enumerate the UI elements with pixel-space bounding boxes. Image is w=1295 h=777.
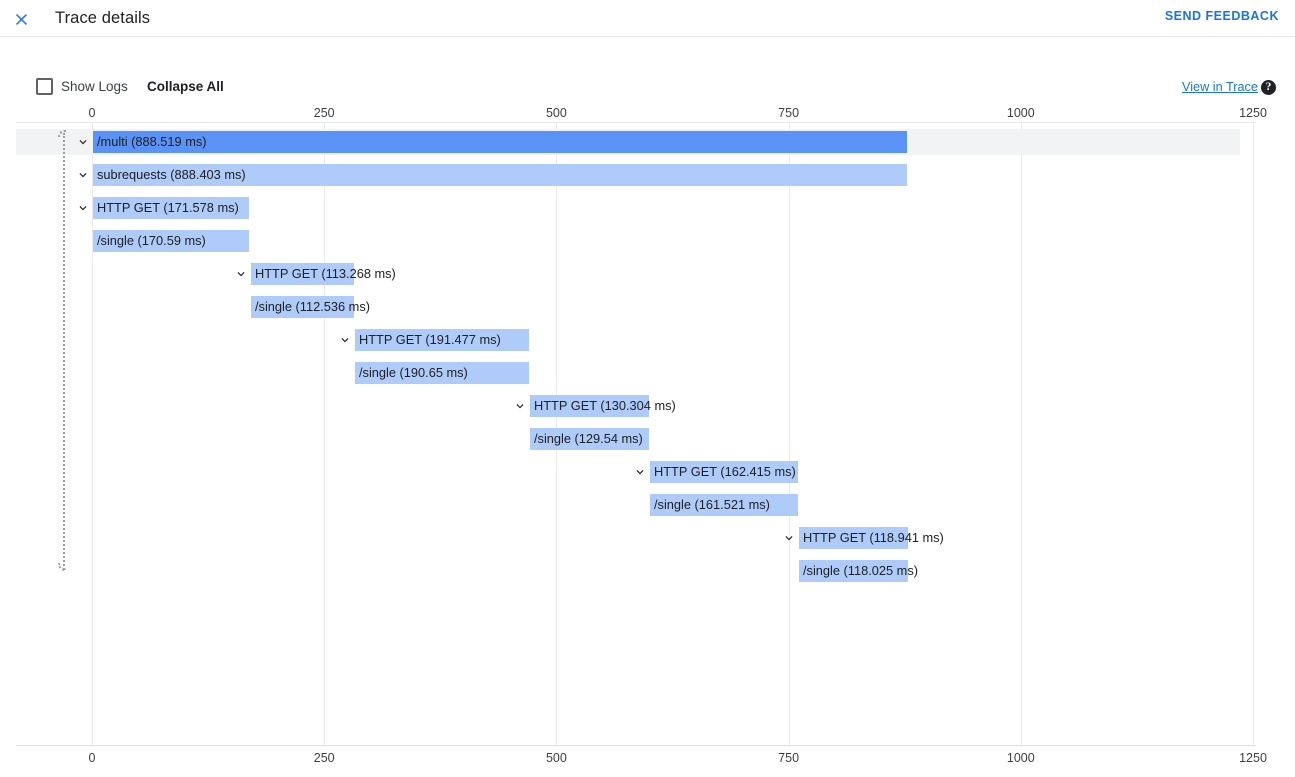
span-row[interactable]: HTTP GET (171.578 ms): [0, 195, 1295, 221]
span-bar[interactable]: [251, 296, 354, 318]
span-row[interactable]: HTTP GET (191.477 ms): [0, 327, 1295, 353]
chevron-down-icon[interactable]: [76, 201, 90, 215]
span-row[interactable]: /single (190.65 ms): [0, 360, 1295, 386]
span-bar[interactable]: [251, 263, 354, 285]
span-bar[interactable]: [650, 461, 798, 483]
span-row[interactable]: /single (161.521 ms): [0, 492, 1295, 518]
tree-guide-line: [63, 133, 65, 570]
span-rows: /multi (888.519 ms) subrequests (888.403 …: [0, 0, 1295, 777]
span-bar[interactable]: [93, 230, 249, 252]
span-row[interactable]: HTTP GET (118.941 ms): [0, 525, 1295, 551]
span-bar[interactable]: [530, 395, 649, 417]
span-row[interactable]: /single (118.025 ms): [0, 558, 1295, 584]
span-bar[interactable]: [93, 131, 907, 153]
chevron-down-icon[interactable]: [76, 135, 90, 149]
span-bar[interactable]: [530, 428, 649, 450]
chevron-down-icon[interactable]: [76, 168, 90, 182]
span-row[interactable]: HTTP GET (130.304 ms): [0, 393, 1295, 419]
span-row[interactable]: /multi (888.519 ms): [0, 129, 1295, 155]
span-row[interactable]: HTTP GET (113.268 ms): [0, 261, 1295, 287]
span-row[interactable]: /single (170.59 ms): [0, 228, 1295, 254]
span-row[interactable]: /single (112.536 ms): [0, 294, 1295, 320]
chevron-down-icon[interactable]: [234, 267, 248, 281]
span-row[interactable]: subrequests (888.403 ms): [0, 162, 1295, 188]
chevron-down-icon[interactable]: [513, 399, 527, 413]
chevron-down-icon[interactable]: [338, 333, 352, 347]
span-bar[interactable]: [650, 494, 798, 516]
span-row[interactable]: /single (129.54 ms): [0, 426, 1295, 452]
span-bar[interactable]: [93, 164, 907, 186]
span-bar[interactable]: [93, 197, 249, 219]
span-bar[interactable]: [355, 329, 529, 351]
span-bar[interactable]: [355, 362, 529, 384]
span-bar[interactable]: [799, 560, 908, 582]
span-bar[interactable]: [799, 527, 908, 549]
span-row[interactable]: HTTP GET (162.415 ms): [0, 459, 1295, 485]
chevron-down-icon[interactable]: [782, 531, 796, 545]
chevron-down-icon[interactable]: [633, 465, 647, 479]
